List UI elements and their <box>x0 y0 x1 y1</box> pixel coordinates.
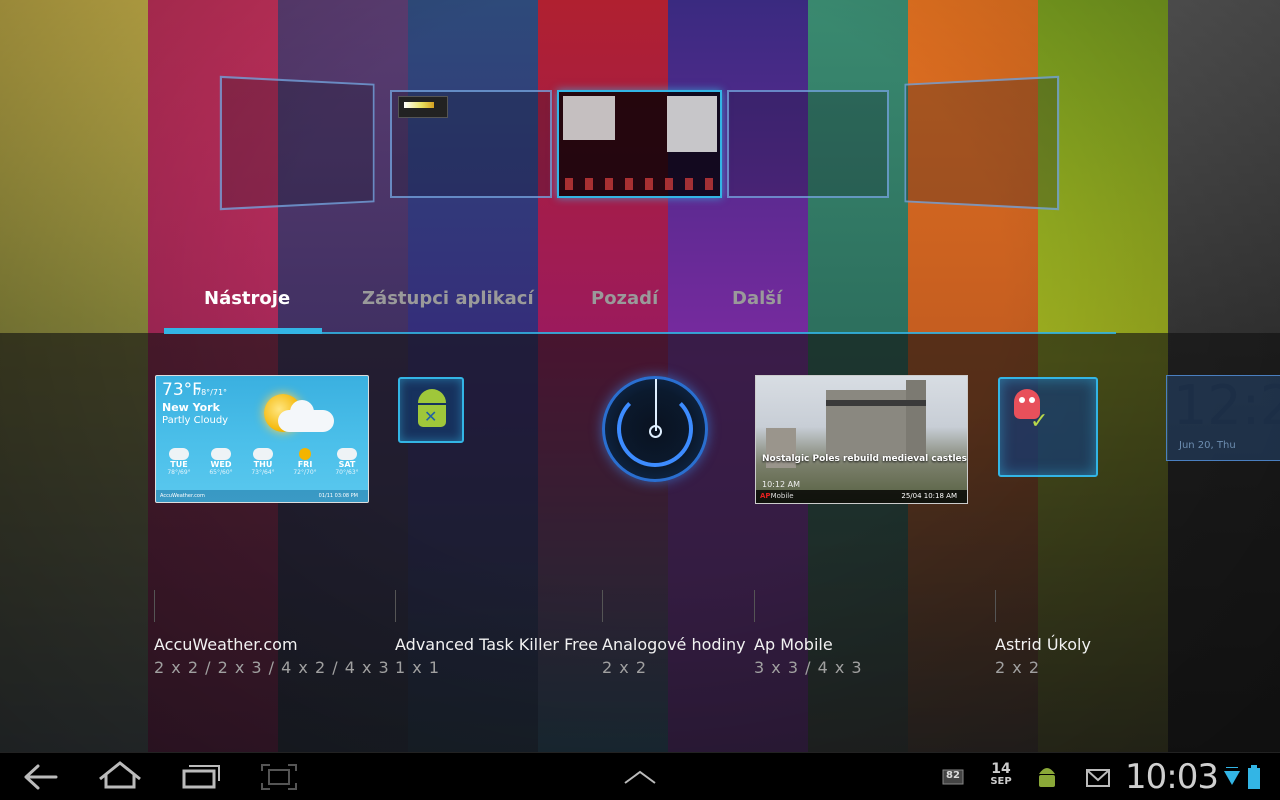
forecast-day: FRI 72°/70° <box>284 444 326 476</box>
castle-photo <box>826 380 926 460</box>
homescreen-preview-5[interactable] <box>904 75 1060 211</box>
homescreen-preview-1[interactable] <box>219 75 375 211</box>
forecast-day-name: FRI <box>297 460 313 469</box>
mini-widget-thumbnail <box>398 96 448 118</box>
widget-category-tabs: Nástroje Zástupci aplikací Pozadí Další <box>164 276 1116 334</box>
cloud-icon <box>278 400 334 432</box>
forecast-day: SAT 70°/63° <box>326 444 368 476</box>
analog-clock-widget-preview[interactable] <box>602 376 708 482</box>
recent-apps-icon <box>182 765 220 789</box>
widget-divider <box>154 590 155 622</box>
widget-name: Astrid Úkoly <box>995 635 1091 654</box>
homescreen-preview-3-current[interactable] <box>557 90 722 198</box>
widget-name: Ap Mobile <box>754 635 833 654</box>
news-footer: APMobile 25/04 10:18 AM <box>756 490 967 503</box>
homescreen-preview-strip <box>0 75 1280 213</box>
screenshot-icon <box>261 764 297 790</box>
tab-wallpapers[interactable]: Pozadí <box>591 288 658 309</box>
widget-size: 2 x 2 <box>602 658 647 677</box>
digital-clock-widget-preview[interactable]: 12:2 Jun 20, Thu <box>1166 375 1280 461</box>
calendar-month: SEP <box>990 776 1012 787</box>
widget-name: AccuWeather.com <box>154 635 298 654</box>
ap-logo: APMobile <box>760 492 794 500</box>
forecast-day-name: SAT <box>338 460 356 469</box>
accuweather-widget-preview[interactable]: 73°F 78°/71° New York Partly Cloudy TUE … <box>155 375 369 503</box>
back-arrow-icon <box>24 764 58 790</box>
status-clock[interactable]: 10:03 <box>1125 757 1219 797</box>
clock-pivot <box>649 425 662 438</box>
clock-hand <box>655 379 657 431</box>
home-button[interactable] <box>96 753 144 800</box>
forecast-day-temp: 78°/69° <box>167 469 191 476</box>
forecast-day: WED 65°/60° <box>200 444 242 476</box>
forecast-day-temp: 70°/63° <box>335 469 359 476</box>
digital-clock-date: Jun 20, Thu <box>1179 440 1236 451</box>
widget-divider <box>602 590 603 622</box>
back-button[interactable] <box>20 753 60 800</box>
tab-widgets[interactable]: Nástroje <box>204 288 290 309</box>
homescreen-preview-2[interactable] <box>390 90 552 198</box>
widget-size: 2 x 2 <box>995 658 1040 677</box>
widget-divider <box>754 590 755 622</box>
forecast-day-name: WED <box>210 460 232 469</box>
chevron-up-icon <box>624 770 656 784</box>
active-tab-indicator <box>164 328 322 334</box>
battery-percent-icon[interactable]: 82 <box>942 768 966 786</box>
rain-icon <box>211 448 231 460</box>
widget-name: Advanced Task Killer Free <box>395 635 599 654</box>
sun-icon <box>299 448 311 460</box>
widget-divider <box>395 590 396 622</box>
forecast-day: TUE 78°/69° <box>158 444 200 476</box>
widget-divider <box>995 590 996 622</box>
home-icon <box>99 761 141 789</box>
wifi-icon[interactable] <box>1224 766 1240 787</box>
digital-clock-time: 12:2 <box>1173 375 1280 437</box>
partly-cloudy-icon <box>169 448 189 460</box>
homescreen-preview-4[interactable] <box>727 90 889 198</box>
tab-more[interactable]: Další <box>732 288 782 309</box>
forecast-day-temp: 65°/60° <box>209 469 233 476</box>
partly-cloudy-icon <box>253 448 273 460</box>
system-bar: 82 14 SEP 10:03 <box>0 752 1280 800</box>
weather-forecast: TUE 78°/69° WED 65°/60° THU 73°/64° FRI … <box>156 444 368 492</box>
ap-mobile-widget-preview[interactable]: Nostalgic Poles rebuild medieval castles… <box>755 375 968 504</box>
forecast-day: THU 73°/64° <box>242 444 284 476</box>
checkmark-icon: ✓ <box>1030 409 1049 434</box>
weather-condition: Partly Cloudy <box>162 415 229 426</box>
news-time: 10:12 AM <box>762 480 800 489</box>
task-killer-widget-preview[interactable]: ✕ <box>398 377 464 443</box>
weather-footer: AccuWeather.com 01/11 03:08 PM <box>156 490 368 502</box>
android-notification-icon[interactable] <box>1036 764 1058 790</box>
weather-city: New York <box>162 401 220 414</box>
android-robot-icon: ✕ <box>414 387 450 435</box>
widget-name: Analogové hodiny <box>602 635 746 654</box>
news-date: 25/04 10:18 AM <box>901 492 957 500</box>
astrid-widget-preview[interactable]: ✓ <box>998 377 1098 477</box>
widget-size: 2 x 2 / 2 x 3 / 4 x 2 / 4 x 3 <box>154 658 390 677</box>
forecast-day-name: THU <box>253 460 273 469</box>
calendar-day: 14 <box>991 761 1011 777</box>
widget-size: 3 x 3 / 4 x 3 <box>754 658 863 677</box>
gmail-notification-icon[interactable] <box>1086 769 1110 787</box>
widget-size: 1 x 1 <box>395 658 440 677</box>
weather-brand: AccuWeather.com <box>160 493 205 499</box>
news-headline: Nostalgic Poles rebuild medieval castles <box>762 454 968 464</box>
calendar-notification-icon[interactable]: 14 SEP <box>986 762 1016 792</box>
battery-percent-value: 82 <box>946 770 960 781</box>
app-tray-button[interactable] <box>620 753 660 800</box>
tab-app-shortcuts[interactable]: Zástupci aplikací <box>362 288 534 309</box>
screenshot-button[interactable] <box>258 753 300 800</box>
forecast-day-temp: 73°/64° <box>251 469 275 476</box>
weather-hi-lo: 78°/71° <box>196 388 228 397</box>
recent-apps-button[interactable] <box>180 753 222 800</box>
weather-updated-time: 01/11 03:08 PM <box>318 493 358 499</box>
forecast-day-name: TUE <box>170 460 188 469</box>
battery-icon[interactable] <box>1248 765 1260 789</box>
forecast-day-temp: 72°/70° <box>293 469 317 476</box>
rain-icon <box>337 448 357 460</box>
